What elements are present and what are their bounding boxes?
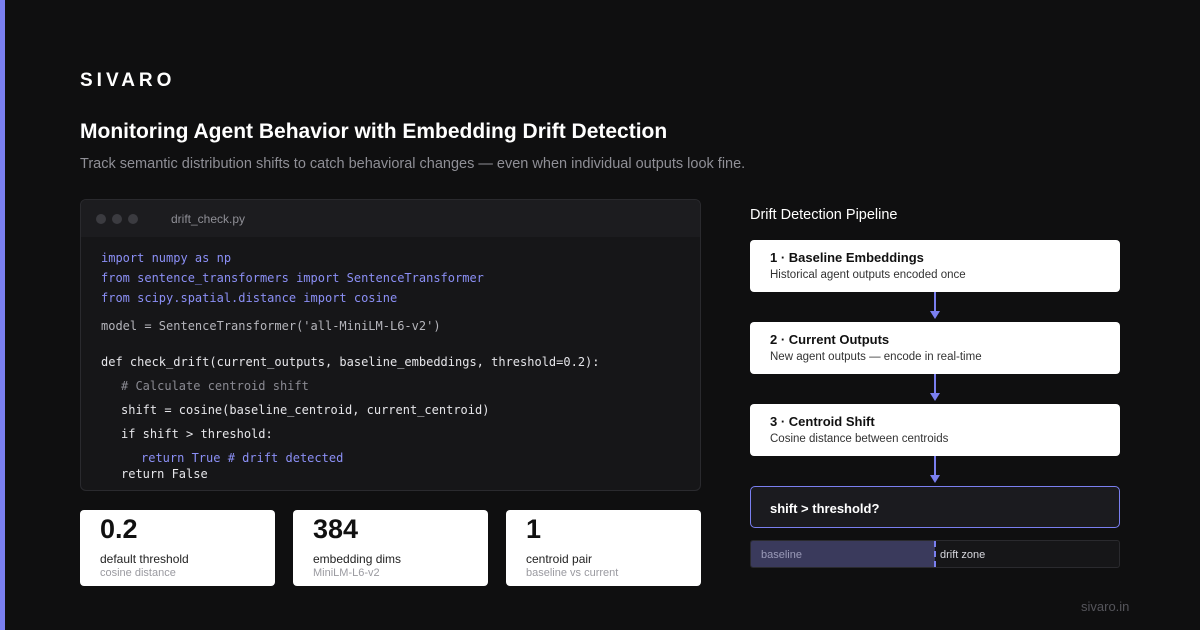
brand-logo: SIVARO [80, 70, 176, 91]
bar-drift-label: drift zone [940, 549, 986, 561]
bar-baseline-label: baseline [761, 549, 802, 561]
code-titlebar: drift_check.py [81, 200, 700, 237]
stat-label: default threshold [100, 552, 189, 566]
stat-sublabel: baseline vs current [526, 567, 619, 579]
stat-card-centroid: 1 centroid pair baseline vs current [506, 510, 701, 586]
code-line: model = SentenceTransformer('all-MiniLM-… [101, 319, 441, 333]
arrow-line [934, 456, 936, 476]
code-filename: drift_check.py [171, 211, 246, 226]
window-dot-icon [96, 213, 106, 224]
page-subtitle: Track semantic distribution shifts to ca… [80, 156, 746, 172]
stat-card-threshold: 0.2 default threshold cosine distance [80, 510, 275, 586]
window-dot-icon [112, 213, 122, 224]
arrow-down-icon [930, 393, 940, 401]
code-line: from scipy.spatial.distance import cosin… [101, 291, 398, 305]
step-title: 3 · Centroid Shift [770, 414, 875, 429]
arrow-line [934, 292, 936, 312]
step-description: Cosine distance between centroids [770, 433, 949, 445]
code-line: return True # drift detected [141, 451, 344, 465]
footer-url: sivaro.in [1081, 599, 1130, 614]
decision-box: shift > threshold? [750, 486, 1120, 528]
step-description: New agent outputs — encode in real-time [770, 351, 982, 363]
code-line: if shift > threshold: [121, 427, 273, 441]
stat-sublabel: MiniLM-L6-v2 [313, 567, 380, 579]
code-line: import numpy as np [101, 251, 232, 265]
step-description: Historical agent outputs encoded once [770, 269, 966, 281]
code-line: from sentence_transformers import Senten… [101, 271, 484, 285]
pipeline-step-baseline: 1 · Baseline Embeddings Historical agent… [750, 240, 1120, 292]
stat-value: 0.2 [100, 514, 138, 544]
accent-bar [0, 0, 5, 630]
page-title: Monitoring Agent Behavior with Embedding… [80, 120, 668, 143]
code-window: drift_check.py import numpy as np from s… [80, 199, 701, 491]
stat-card-dims: 384 embedding dims MiniLM-L6-v2 [293, 510, 488, 586]
code-comment: # Calculate centroid shift [121, 379, 309, 393]
arrow-down-icon [930, 475, 940, 483]
threshold-divider [934, 541, 936, 567]
window-dot-icon [128, 213, 138, 224]
arrow-line [934, 374, 936, 394]
arrow-down-icon [930, 311, 940, 319]
code-line: def check_drift(current_outputs, baselin… [101, 355, 600, 369]
drift-bar: baseline drift zone [750, 540, 1120, 568]
code-line: shift = cosine(baseline_centroid, curren… [121, 403, 490, 417]
stat-label: embedding dims [313, 552, 402, 566]
stat-label: centroid pair [526, 552, 593, 566]
code-line: return False [121, 467, 208, 481]
step-title: 2 · Current Outputs [770, 332, 890, 347]
stat-value: 384 [313, 514, 359, 544]
decision-text: shift > threshold? [770, 501, 880, 516]
pipeline-title: Drift Detection Pipeline [750, 207, 898, 223]
pipeline-step-centroid: 3 · Centroid Shift Cosine distance betwe… [750, 404, 1120, 456]
stat-value: 1 [526, 514, 542, 544]
stat-sublabel: cosine distance [100, 567, 176, 579]
pipeline-step-current: 2 · Current Outputs New agent outputs — … [750, 322, 1120, 374]
step-title: 1 · Baseline Embeddings [770, 250, 924, 265]
